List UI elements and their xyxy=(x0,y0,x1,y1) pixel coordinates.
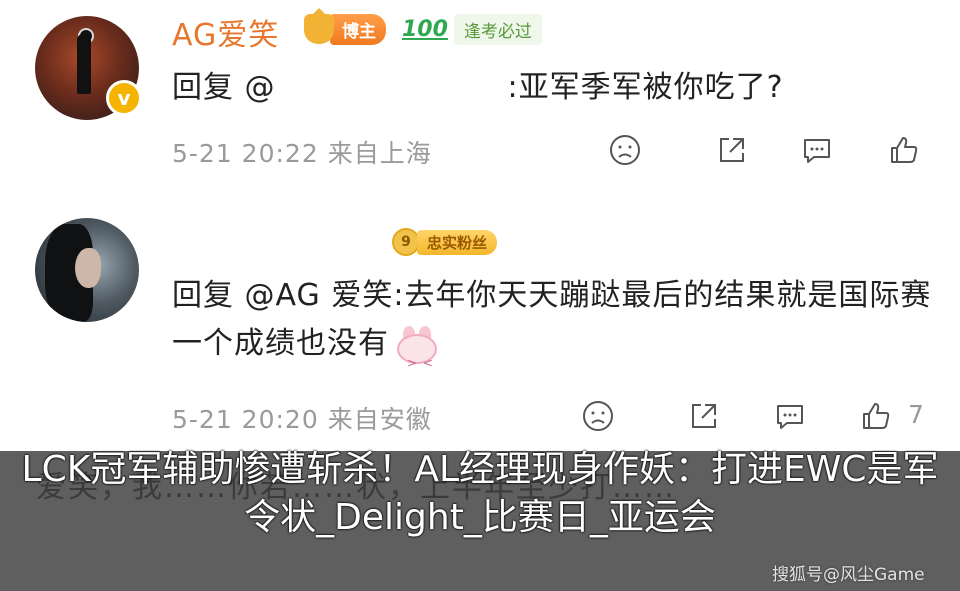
reply-body: :亚军季军被你吃了? xyxy=(507,70,784,105)
comment-text: 回复 @AG 爱笑:去年你天天蹦跶最后的结果就是国际赛一个成绩也没有 xyxy=(172,272,932,387)
article-headline: LCK冠军辅助惨遭斩杀！AL经理现身作妖：打进EWC是军令状_Delight_比… xyxy=(21,449,939,538)
bunny-emoji-icon xyxy=(395,325,439,387)
sad-face-icon[interactable] xyxy=(580,398,616,434)
exam-badge: 100 逢考必过 xyxy=(402,12,542,46)
fan-badge-label: 忠实粉丝 xyxy=(417,229,498,255)
reply-prefix: 回复 @ xyxy=(172,70,276,105)
like-icon[interactable] xyxy=(886,132,922,168)
comment-actions: 7 xyxy=(0,398,960,438)
like-count: 7 xyxy=(908,400,924,429)
reply-body: 回复 @AG 爱笑:去年你天天蹦跶最后的结果就是国际赛一个成绩也没有 xyxy=(172,278,932,361)
comment-icon[interactable] xyxy=(772,398,808,434)
hundred-icon: 100 xyxy=(402,16,448,42)
avatar[interactable] xyxy=(35,218,139,322)
crown-icon xyxy=(304,8,334,44)
like-icon[interactable] xyxy=(858,398,894,434)
comment-actions xyxy=(0,132,960,172)
fan-badge: 9 忠实粉丝 xyxy=(392,228,498,256)
share-icon[interactable] xyxy=(714,132,750,168)
comment-icon[interactable] xyxy=(799,132,835,168)
host-badge: 博主 xyxy=(304,8,386,46)
username[interactable]: AG爱笑 xyxy=(172,10,279,54)
comment-text: 回复 @ :亚军季军被你吃了? xyxy=(172,64,784,112)
avatar-figure xyxy=(77,34,91,94)
fan-level: 9 xyxy=(392,228,420,256)
exam-badge-label: 逢考必过 xyxy=(453,13,542,45)
host-badge-label: 博主 xyxy=(330,13,386,45)
watermark: 搜狐号@风尘Game xyxy=(772,565,925,585)
avatar-face xyxy=(75,248,101,288)
verified-icon: v xyxy=(106,80,142,116)
share-icon[interactable] xyxy=(686,398,722,434)
sad-face-icon[interactable] xyxy=(607,132,643,168)
